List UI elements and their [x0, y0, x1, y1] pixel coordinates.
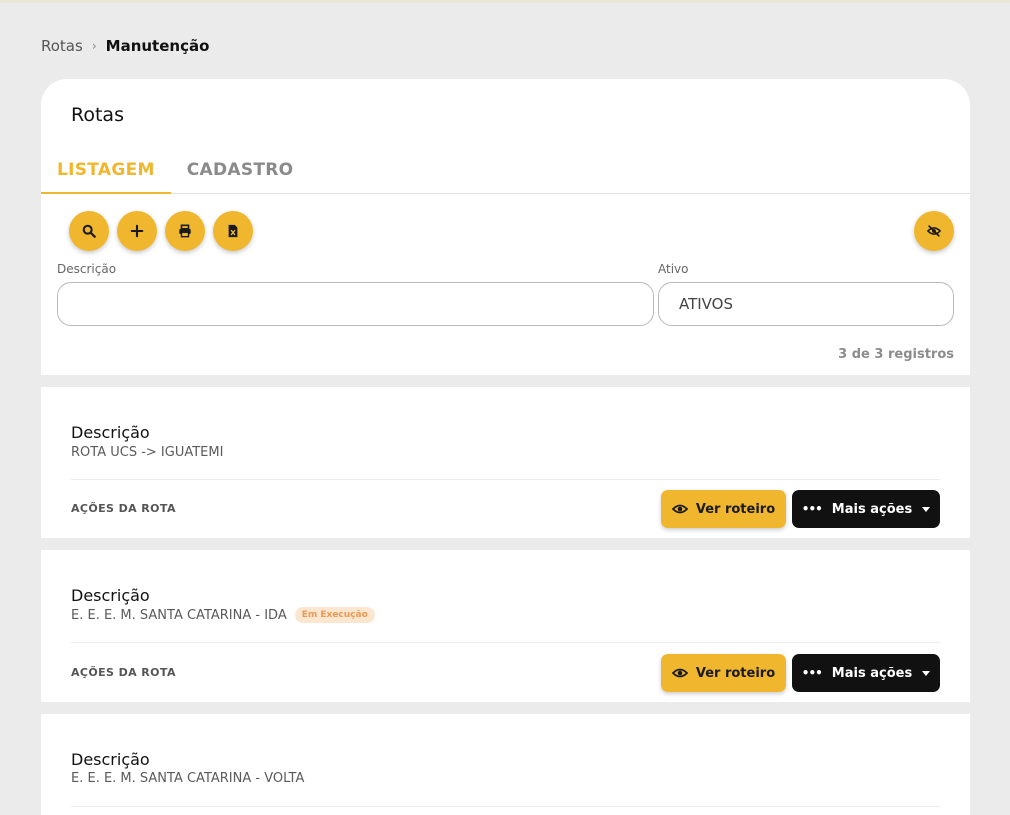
route-card: Descrição ROTA UCS -> IGUATEMI AÇÕES DA …	[41, 387, 970, 538]
print-button[interactable]	[165, 211, 205, 251]
more-actions-button[interactable]: ••• Mais ações	[792, 654, 940, 692]
route-description-label: Descrição	[71, 423, 150, 442]
route-description-label: Descrição	[71, 586, 150, 605]
more-dots-icon: •••	[801, 502, 823, 516]
add-button[interactable]	[117, 211, 157, 251]
tab-listagem[interactable]: LISTAGEM	[41, 157, 171, 194]
eye-icon	[671, 504, 688, 514]
view-route-label: Ver roteiro	[695, 665, 776, 681]
route-actions-label: AÇÕES DA ROTA	[71, 502, 176, 515]
descricao-input[interactable]	[57, 282, 654, 326]
caret-down-icon	[922, 670, 931, 676]
descricao-label: Descrição	[57, 262, 117, 276]
page-title: Rotas	[71, 104, 124, 126]
tab-bar: LISTAGEM CADASTRO	[41, 157, 970, 194]
excel-export-icon	[228, 224, 238, 238]
printer-icon	[179, 224, 191, 238]
ativo-select[interactable]: ATIVOS	[658, 282, 954, 326]
tab-cadastro[interactable]: CADASTRO	[171, 157, 310, 194]
view-route-button[interactable]: Ver roteiro	[661, 654, 786, 692]
route-name: E. E. E. M. SANTA CATARINA - VOLTA	[71, 771, 305, 786]
route-name: ROTA UCS -> IGUATEMI	[71, 445, 224, 460]
divider	[71, 642, 940, 643]
route-actions-label: AÇÕES DA ROTA	[71, 666, 176, 679]
more-actions-button[interactable]: ••• Mais ações	[792, 490, 940, 528]
route-card: Descrição E. E. E. M. SANTA CATARINA - V…	[41, 714, 970, 815]
top-border	[0, 0, 1010, 3]
ativo-label: Ativo	[658, 262, 689, 276]
breadcrumb-rotas-link[interactable]: Rotas	[41, 37, 83, 55]
search-button[interactable]	[69, 211, 109, 251]
view-route-label: Ver roteiro	[695, 501, 776, 517]
breadcrumb-current: Manutenção	[105, 37, 210, 55]
eye-off-icon	[927, 225, 941, 237]
route-description-label: Descrição	[71, 750, 150, 769]
divider	[71, 806, 940, 807]
breadcrumb: Rotas › Manutenção	[41, 37, 209, 55]
status-badge: Em Execução	[294, 607, 375, 623]
eye-icon	[671, 668, 688, 678]
more-actions-label: Mais ações	[831, 665, 913, 681]
caret-down-icon	[922, 506, 931, 512]
route-card: Descrição E. E. E. M. SANTA CATARINA - I…	[41, 550, 970, 702]
route-description-value: ROTA UCS -> IGUATEMI	[71, 445, 223, 460]
chevron-right-icon: ›	[91, 39, 97, 53]
toggle-visibility-button[interactable]	[914, 211, 954, 251]
more-actions-label: Mais ações	[831, 501, 913, 517]
route-description-value: E. E. E. M. SANTA CATARINA - IDA Em Exec…	[71, 607, 375, 623]
route-description-value: E. E. E. M. SANTA CATARINA - VOLTA	[71, 771, 304, 786]
view-route-button[interactable]: Ver roteiro	[661, 490, 786, 528]
plus-icon	[130, 224, 144, 238]
rotas-panel: Rotas LISTAGEM CADASTRO Descrição Ativo …	[41, 79, 970, 375]
export-excel-button[interactable]	[213, 211, 253, 251]
route-name: E. E. E. M. SANTA CATARINA - IDA	[71, 607, 287, 623]
more-dots-icon: •••	[801, 666, 823, 680]
record-count: 3 de 3 registros	[838, 347, 954, 362]
search-icon	[82, 224, 96, 238]
divider	[71, 479, 940, 480]
